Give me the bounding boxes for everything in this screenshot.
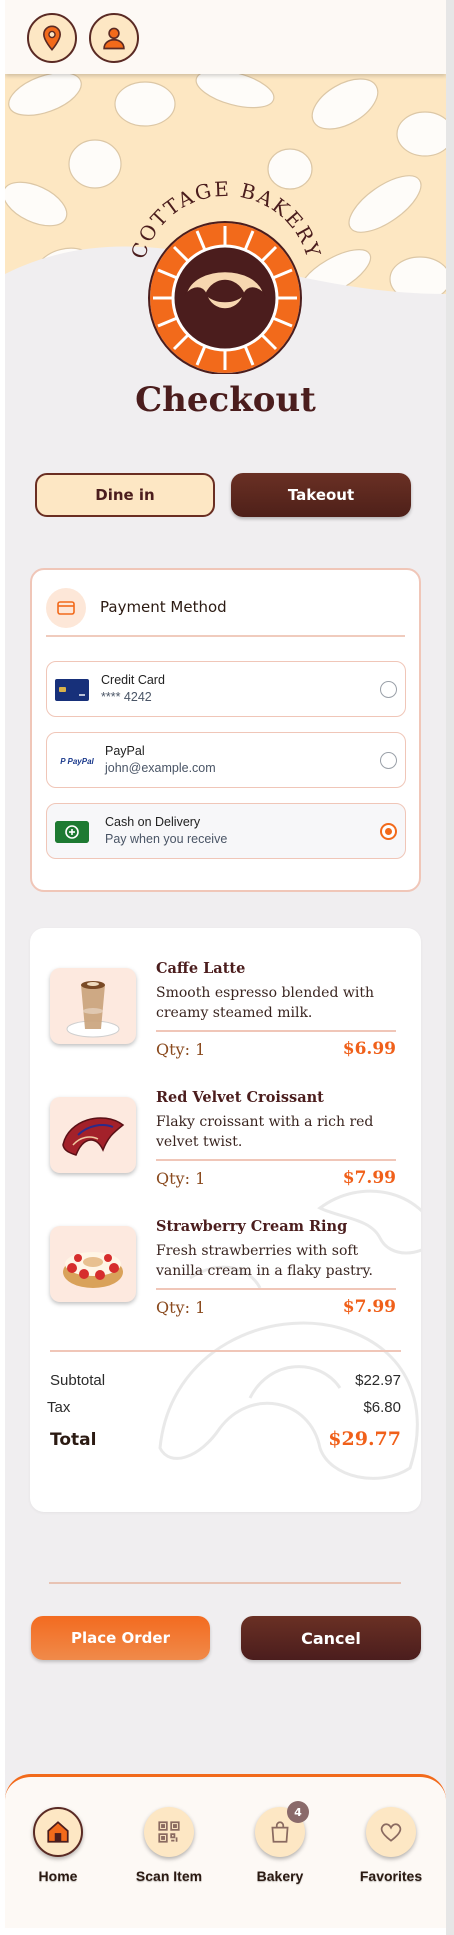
nav-item-favorites[interactable]: Favorites — [346, 1807, 436, 1884]
device-edge — [446, 0, 454, 1935]
payment-option-subtitle: Pay when you receive — [105, 832, 228, 846]
card-icon — [46, 588, 86, 628]
nav-label: Scan Item — [135, 1868, 203, 1884]
nav-label: Favorites — [359, 1868, 423, 1884]
payment-option-subtitle: **** 4242 — [101, 690, 152, 704]
strawberry-cream-ring-image — [50, 1226, 136, 1302]
radio-button[interactable] — [380, 752, 397, 769]
tax-label: Tax — [47, 1399, 71, 1416]
credit-card-icon — [55, 679, 89, 701]
payment-option-title: PayPal — [105, 744, 145, 758]
payment-option-paypal[interactable]: P PayPal PayPal john@example.com — [46, 732, 406, 788]
bottom-navigation: Home Scan Item 4 Bakery Favorites — [5, 1774, 446, 1928]
shopping-bag-icon: 4 — [255, 1801, 309, 1857]
item-quantity: Qty: 1 — [156, 1298, 206, 1317]
nav-label: Bakery — [256, 1868, 304, 1884]
payment-method-card: Payment Method Credit Card **** 4242 P P… — [30, 568, 421, 892]
payment-option-title: Credit Card — [101, 673, 165, 687]
subtotal-value: $22.97 — [355, 1372, 401, 1389]
total-label: Total — [50, 1430, 97, 1450]
subtotal-label: Subtotal — [50, 1372, 106, 1389]
item-description: Fresh strawberries with soft vanilla cre… — [156, 1243, 373, 1279]
order-item: Red Velvet Croissant Flaky croissant wit… — [30, 1057, 421, 1188]
cottage-bakery-logo: COTTAGE BAKERY — [126, 177, 324, 374]
item-divider — [156, 1288, 396, 1290]
red-velvet-croissant-image — [50, 1097, 136, 1173]
item-name: Red Velvet Croissant — [156, 1089, 324, 1106]
map-pin-icon — [43, 25, 61, 51]
payment-option-title: Cash on Delivery — [105, 815, 201, 829]
nav-item-scan[interactable]: Scan Item — [124, 1807, 214, 1884]
order-item: Strawberry Cream Ring Fresh strawberries… — [30, 1186, 421, 1317]
item-divider — [156, 1030, 396, 1032]
divider — [49, 1582, 401, 1584]
radio-button-selected[interactable] — [380, 823, 397, 840]
top-bar — [5, 0, 446, 74]
nav-label: Home — [38, 1868, 78, 1884]
item-price: $6.99 — [342, 1039, 396, 1059]
qr-code-icon — [144, 1807, 194, 1857]
profile-button[interactable] — [89, 13, 139, 63]
app-screen: COTTAGE BAKERY Checkout Dine in Takeout — [5, 0, 446, 1928]
paypal-icon: P PayPal — [60, 756, 94, 766]
nav-item-bakery[interactable]: 4 Bakery — [235, 1801, 325, 1884]
nav-item-home[interactable]: Home — [13, 1807, 103, 1884]
caffe-latte-image — [50, 968, 136, 1044]
dine-in-button[interactable]: Dine in — [35, 473, 215, 517]
cart-count-badge: 4 — [287, 1801, 309, 1823]
payment-method-heading: Payment Method — [100, 598, 227, 616]
item-divider — [156, 1159, 396, 1161]
user-icon — [103, 27, 125, 50]
cancel-button[interactable]: Cancel — [241, 1616, 421, 1660]
item-price: $7.99 — [342, 1168, 396, 1188]
hero-banner: COTTAGE BAKERY — [5, 74, 446, 374]
payment-option-cash[interactable]: Cash on Delivery Pay when you receive — [46, 803, 406, 859]
location-button[interactable] — [27, 13, 77, 63]
item-name: Strawberry Cream Ring — [156, 1218, 348, 1235]
order-summary-card: Caffe Latte Smooth espresso blended with… — [30, 928, 421, 1512]
radio-button[interactable] — [380, 681, 397, 698]
divider — [46, 635, 405, 637]
tax-value: $6.80 — [363, 1399, 401, 1416]
order-item: Caffe Latte Smooth espresso blended with… — [30, 928, 421, 1059]
paypal-logo-text: PayPal — [67, 756, 94, 766]
payment-option-credit-card[interactable]: Credit Card **** 4242 — [46, 661, 406, 717]
heart-icon — [366, 1807, 416, 1857]
home-icon — [33, 1807, 83, 1857]
item-description: Smooth espresso blended with creamy stea… — [156, 985, 374, 1021]
place-order-button[interactable]: Place Order — [31, 1616, 210, 1660]
item-description: Flaky croissant with a rich red velvet t… — [156, 1114, 374, 1150]
item-price: $7.99 — [342, 1297, 396, 1317]
totals-divider — [50, 1350, 401, 1352]
page-title: Checkout — [135, 380, 316, 420]
takeout-button[interactable]: Takeout — [231, 473, 411, 517]
item-name: Caffe Latte — [156, 960, 246, 977]
cash-icon — [55, 821, 89, 843]
total-value: $29.77 — [328, 1428, 401, 1450]
payment-option-subtitle: john@example.com — [105, 761, 216, 775]
